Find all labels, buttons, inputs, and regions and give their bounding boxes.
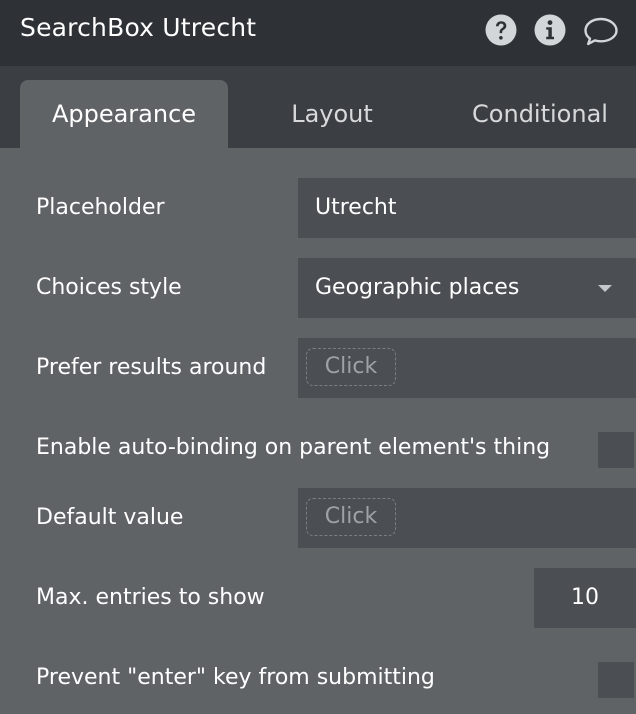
default-value-field: Click — [298, 488, 636, 548]
default-value-label: Default value — [36, 505, 184, 530]
comment-icon[interactable] — [582, 14, 620, 48]
panel-title: SearchBox Utrecht — [20, 13, 257, 42]
placeholder-label: Placeholder — [36, 195, 165, 220]
prefer-results-click-button[interactable]: Click — [306, 348, 396, 386]
max-entries-input[interactable]: 10 — [534, 568, 636, 628]
choices-style-dropdown[interactable]: Geographic places — [298, 258, 636, 318]
placeholder-input[interactable]: Utrecht — [298, 178, 636, 238]
choices-style-label: Choices style — [36, 275, 182, 300]
prevent-enter-checkbox[interactable] — [598, 662, 634, 698]
choices-style-value: Geographic places — [315, 275, 520, 300]
auto-binding-label: Enable auto-binding on parent element's … — [36, 435, 551, 460]
tab-appearance[interactable]: Appearance — [20, 80, 228, 148]
panel-header: SearchBox Utrecht — [0, 0, 636, 66]
auto-binding-checkbox[interactable] — [598, 432, 634, 468]
chevron-down-icon — [598, 285, 612, 292]
prefer-results-label: Prefer results around — [36, 355, 267, 380]
info-icon[interactable] — [533, 13, 567, 47]
tab-bar: Appearance Layout Conditional — [0, 66, 636, 148]
default-value-click-button[interactable]: Click — [306, 498, 396, 536]
appearance-panel: Placeholder Utrecht Choices style Geogra… — [0, 148, 636, 714]
help-icon[interactable] — [484, 13, 518, 47]
tab-conditional[interactable]: Conditional — [440, 80, 636, 148]
max-entries-label: Max. entries to show — [36, 585, 265, 610]
tab-layout[interactable]: Layout — [232, 80, 432, 148]
prevent-enter-label: Prevent "enter" key from submitting — [36, 665, 435, 690]
prefer-results-field: Click — [298, 338, 636, 398]
